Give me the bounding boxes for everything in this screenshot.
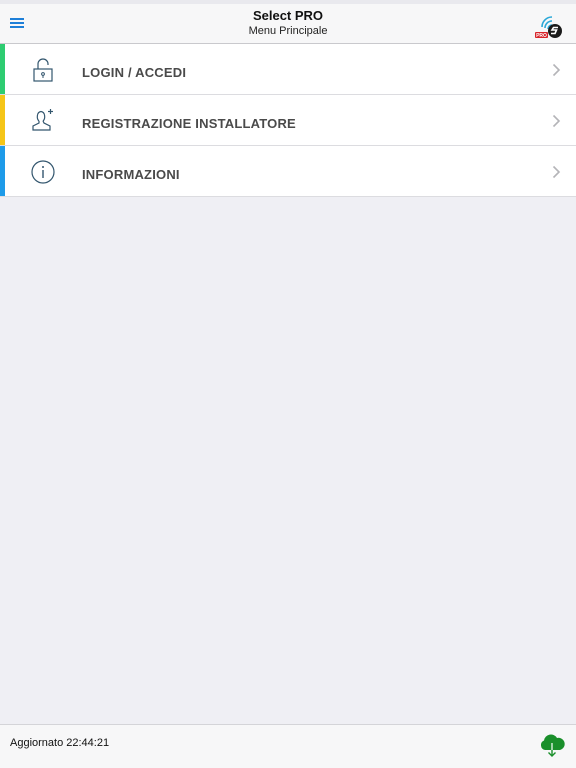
status-footer: Aggiornato 22:44:21: [0, 724, 576, 768]
main-menu: LOGIN / ACCEDI REGISTRAZIONE INSTALLATOR…: [0, 44, 576, 197]
unlocked-padlock-icon: [33, 58, 53, 82]
menu-item-label: REGISTRAZIONE INSTALLATORE: [82, 116, 296, 131]
hamburger-menu-button[interactable]: [8, 13, 28, 33]
chevron-right-icon: [552, 114, 561, 128]
select-pro-logo-icon: PRO: [535, 16, 562, 39]
header-titles: Select PRO Menu Principale: [100, 8, 476, 38]
accent-bar-yellow: [0, 95, 5, 145]
page-subtitle: Menu Principale: [248, 25, 328, 37]
logo-badge-text: PRO: [536, 33, 547, 39]
menu-item-login[interactable]: LOGIN / ACCEDI: [0, 44, 576, 95]
menu-item-registration[interactable]: REGISTRAZIONE INSTALLATORE: [0, 95, 576, 146]
cloud-download-icon: [540, 734, 565, 757]
select-pro-logo: PRO: [533, 13, 565, 39]
chevron-right-icon: [552, 63, 561, 77]
accent-bar-green: [0, 44, 5, 94]
accent-bar-blue: [0, 146, 5, 196]
cloud-download-button[interactable]: [538, 731, 566, 759]
chevron-right-icon: [552, 165, 561, 179]
menu-item-information[interactable]: INFORMAZIONI: [0, 146, 576, 197]
menu-item-label: INFORMAZIONI: [82, 167, 180, 182]
hamburger-menu-icon: [10, 18, 24, 28]
page-title: Select PRO: [252, 8, 324, 23]
add-user-icon: [32, 109, 53, 131]
menu-item-label: LOGIN / ACCEDI: [82, 65, 187, 80]
info-icon: [31, 160, 55, 184]
navigation-bar: Select PRO Menu Principale PRO: [0, 4, 576, 44]
last-updated-text: Aggiornato 22:44:21: [10, 737, 110, 749]
